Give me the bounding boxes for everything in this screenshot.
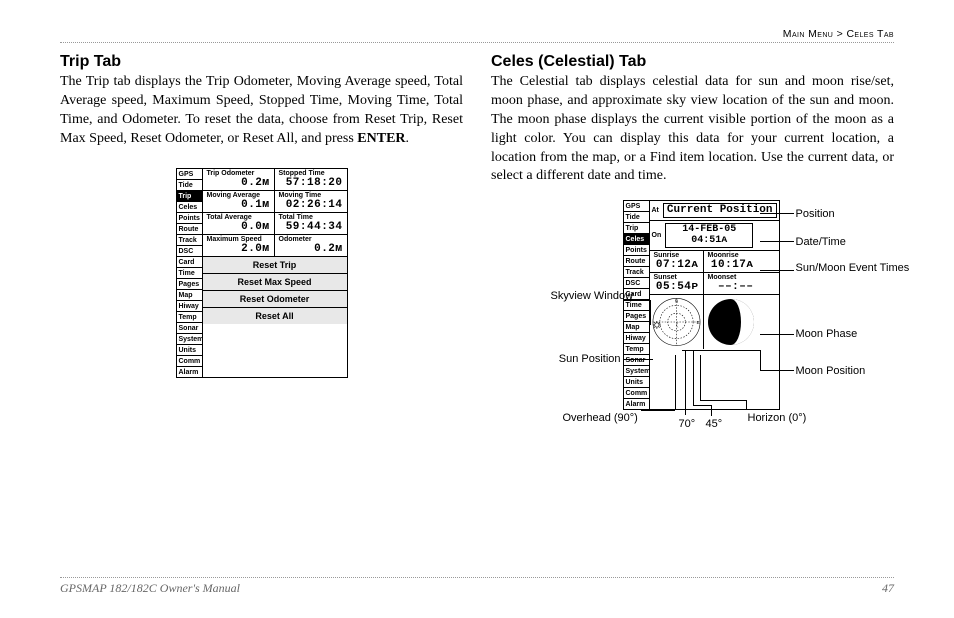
position-field: Current Position (663, 203, 777, 218)
moonset-value: ––:–– (708, 281, 754, 293)
trip-screenshot: GPS Tide Trip Celes Points Route Track D… (176, 168, 348, 378)
svg-text:N: N (674, 298, 678, 304)
nav-system: System (177, 334, 202, 345)
celes-tab-heading: Celes (Celestial) Tab (491, 53, 894, 71)
reset-odometer-button: Reset Odometer (203, 291, 347, 308)
reset-max-speed-button: Reset Max Speed (203, 274, 347, 291)
moon-phase-display (704, 295, 758, 349)
footer-title: GPSMAP 182/182C Owner's Manual (60, 581, 240, 596)
trip-tab-heading: Trip Tab (60, 53, 463, 71)
page-number: 47 (882, 581, 894, 596)
sunset-value: 05:54ᴘ (654, 281, 699, 293)
nav-temp: Temp (177, 312, 202, 323)
nav-tide: Tide (177, 180, 202, 191)
celes-figure: GPS Tide Trip Celes Points Route Track D… (503, 200, 883, 460)
nav-units: Units (177, 345, 202, 356)
total-average: 0.0ᴍ (207, 221, 270, 233)
callout-seventy: 70° (679, 418, 696, 431)
callout-moonpos: Moon Position (796, 365, 866, 378)
callout-position: Position (796, 208, 835, 221)
callout-skyview: Skyview Window (551, 290, 621, 303)
nav-trip: Trip (177, 191, 202, 202)
callout-sunpos: Sun Position (543, 353, 621, 366)
nav-points: Points (177, 213, 202, 224)
nav-celes: Celes (177, 202, 202, 213)
date-time-field: 14-FEB-05 04:51ᴀ (665, 223, 753, 248)
moon-icon (676, 322, 679, 328)
stopped-time: 57:18:20 (279, 177, 343, 189)
skyview-window: N E (650, 295, 704, 349)
celes-nav-column: GPS Tide Trip Celes Points Route Track D… (624, 201, 650, 409)
reset-all-button: Reset All (203, 308, 347, 324)
callout-datetime: Date/Time (796, 236, 846, 249)
trip-nav-column: GPS Tide Trip Celes Points Route Track D… (177, 169, 203, 377)
breadcrumb-right: Celes Tab (846, 28, 894, 40)
trip-tab-paragraph: The Trip tab displays the Trip Odometer,… (60, 73, 463, 149)
nav-route: Route (177, 224, 202, 235)
breadcrumb-left: Main Menu (783, 28, 833, 40)
maximum-speed: 2.0ᴍ (207, 243, 270, 255)
callout-overhead: Overhead (90°) (563, 412, 638, 425)
nav-card: Card (177, 257, 202, 268)
reset-trip-button: Reset Trip (203, 257, 347, 274)
odometer: 0.2ᴍ (279, 243, 343, 255)
nav-hiway: Hiway (177, 301, 202, 312)
callout-moonphase: Moon Phase (796, 328, 858, 341)
nav-alarm: Alarm (177, 367, 202, 377)
callout-events: Sun/Moon Event Times (796, 262, 910, 275)
nav-track: Track (177, 235, 202, 246)
nav-map: Map (177, 290, 202, 301)
nav-comm: Comm (177, 356, 202, 367)
callout-fortyfive: 45° (706, 418, 723, 431)
sunrise-value: 07:12ᴀ (654, 259, 699, 271)
nav-gps: GPS (177, 169, 202, 180)
celes-screenshot: GPS Tide Trip Celes Points Route Track D… (623, 200, 780, 410)
trip-odometer: 0.2ᴍ (207, 177, 270, 189)
nav-sonar: Sonar (177, 323, 202, 334)
callout-horizon: Horizon (0°) (748, 412, 807, 425)
nav-time: Time (177, 268, 202, 279)
moving-average: 0.1ᴍ (207, 199, 270, 211)
moonrise-value: 10:17ᴀ (708, 259, 754, 271)
nav-pages: Pages (177, 279, 202, 290)
celes-tab-paragraph: The Celestial tab displays celestial dat… (491, 73, 894, 186)
nav-dsc: DSC (177, 246, 202, 257)
moving-time: 02:26:14 (279, 199, 343, 211)
total-time: 59:44:34 (279, 221, 343, 233)
breadcrumb: Main Menu > Celes Tab (60, 28, 894, 43)
